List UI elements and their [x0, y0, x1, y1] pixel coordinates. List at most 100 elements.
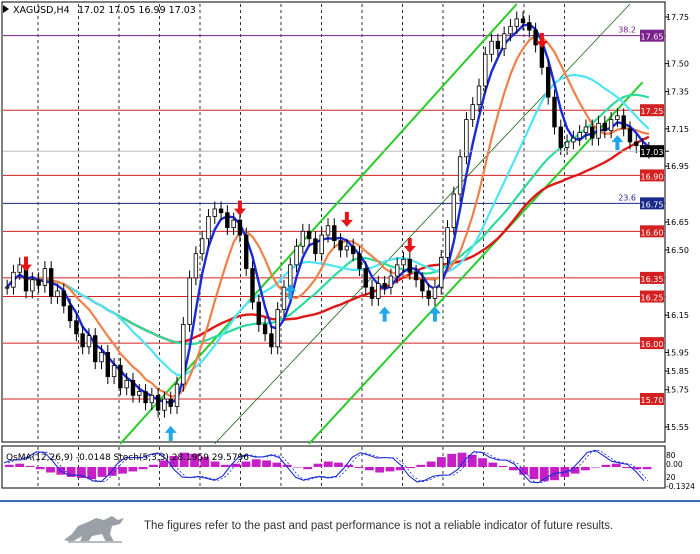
osma-bar: [138, 467, 148, 470]
candle-body: [181, 324, 186, 385]
osma-bar: [365, 467, 374, 471]
osma-bar: [529, 467, 539, 480]
candle-body: [533, 29, 538, 46]
candle-body: [369, 286, 375, 299]
osma-bar: [334, 462, 343, 467]
chart-header-ohlc: 17.02 17.05 16.99 17.03: [78, 5, 196, 16]
candle-body: [634, 141, 639, 147]
candle-body: [552, 96, 557, 128]
candle-body: [193, 253, 199, 279]
osma-bar: [478, 458, 487, 467]
candle-body: [250, 268, 255, 303]
y-tick-label: 17.50: [666, 60, 689, 69]
level-tag-label: 16.35: [641, 275, 664, 284]
osma-bar: [87, 467, 97, 480]
candle-body: [615, 115, 620, 120]
level-tag-label: 16.60: [641, 228, 664, 237]
candle-body: [86, 335, 92, 348]
price-chart[interactable]: 17.65 38.2 17.25 16.90 16.75 23.6 16.60 16.35 16…: [0, 0, 700, 500]
candle-body: [48, 268, 54, 297]
candle-body: [445, 227, 450, 258]
y-tick-label: 16.65: [666, 218, 689, 227]
candle-body: [527, 22, 532, 31]
osma-bar: [46, 467, 55, 473]
candle-body: [344, 245, 350, 251]
osma-bar: [591, 467, 601, 468]
candle-body: [489, 40, 494, 55]
y-tick-label: 16.50: [666, 246, 689, 255]
osma-bar: [447, 453, 457, 467]
candle-body: [514, 18, 519, 27]
candle-body: [231, 219, 236, 228]
candle-body: [174, 383, 180, 407]
indicator-header: OsMA(12,26,9) -0.0148 Stoch(5,3,3) 28.19…: [6, 453, 249, 463]
candle-body: [483, 53, 488, 87]
y-tick-label: 16.95: [666, 162, 689, 171]
osma-bar: [406, 467, 415, 469]
osma-bar: [5, 464, 14, 467]
candle-body: [149, 394, 155, 404]
osma-bar: [375, 467, 385, 473]
candle-body: [577, 132, 582, 139]
candle-body: [237, 219, 243, 236]
candle-body: [395, 264, 400, 277]
current-price-label: 17.03: [641, 148, 664, 157]
candle-body: [338, 240, 343, 251]
candle-body: [111, 365, 117, 378]
osma-bar: [622, 467, 631, 469]
candle-body: [501, 33, 507, 50]
indicator-tick-label: -0.1324: [666, 482, 695, 491]
candle-body: [225, 212, 230, 228]
osma-bar: [323, 461, 333, 467]
osma-bar: [149, 464, 158, 467]
chart-background: [0, 0, 700, 500]
y-tick-label: 15.85: [666, 367, 689, 376]
y-tick-label: 15.75: [666, 386, 689, 395]
candle-body: [382, 283, 387, 288]
candle-body: [206, 216, 211, 240]
y-tick-label: 17.35: [666, 88, 689, 97]
candle-body: [363, 268, 368, 288]
candle-body: [143, 391, 148, 404]
level-tag-label: 16.75: [641, 200, 664, 209]
candle-body: [602, 122, 608, 132]
candle-body: [275, 309, 280, 348]
candle-body: [218, 208, 224, 214]
osma-bar: [601, 464, 611, 467]
candle-body: [300, 230, 306, 247]
disclaimer-text: The figures refer to the past and past p…: [144, 520, 614, 532]
osma-bar: [251, 459, 261, 467]
disclaimer-bar: The figures refer to the past and past p…: [0, 500, 700, 554]
candle-body: [36, 279, 41, 286]
osma-bar: [128, 467, 138, 472]
candle-body: [42, 268, 48, 286]
candle-body: [61, 290, 66, 307]
candle-body: [269, 333, 274, 348]
candle-body: [357, 253, 362, 269]
candle-body: [350, 245, 356, 255]
level-tag-label: 15.70: [641, 396, 664, 405]
osma-bar: [303, 467, 313, 470]
candle-body: [4, 286, 10, 289]
candle-body: [476, 85, 482, 106]
candle-body: [288, 264, 293, 288]
candle-body: [325, 225, 331, 236]
osma-bar: [416, 464, 426, 467]
candle-body: [376, 283, 381, 299]
candle-body: [432, 286, 438, 299]
candle-body: [155, 394, 161, 411]
osma-bar: [25, 465, 35, 467]
osma-bar: [293, 467, 302, 468]
candle-body: [520, 18, 526, 24]
osma-bar: [611, 463, 621, 467]
candle-body: [457, 156, 463, 195]
level-tag-label: 16.90: [641, 172, 664, 181]
indicator-tick-label: 20: [666, 473, 676, 482]
osma-bar: [570, 467, 580, 474]
candle-body: [162, 398, 167, 411]
osma-bar: [313, 463, 323, 467]
candle-body: [319, 234, 324, 255]
candle-body: [420, 279, 425, 292]
candle-body: [332, 225, 337, 242]
candle-body: [621, 115, 626, 130]
